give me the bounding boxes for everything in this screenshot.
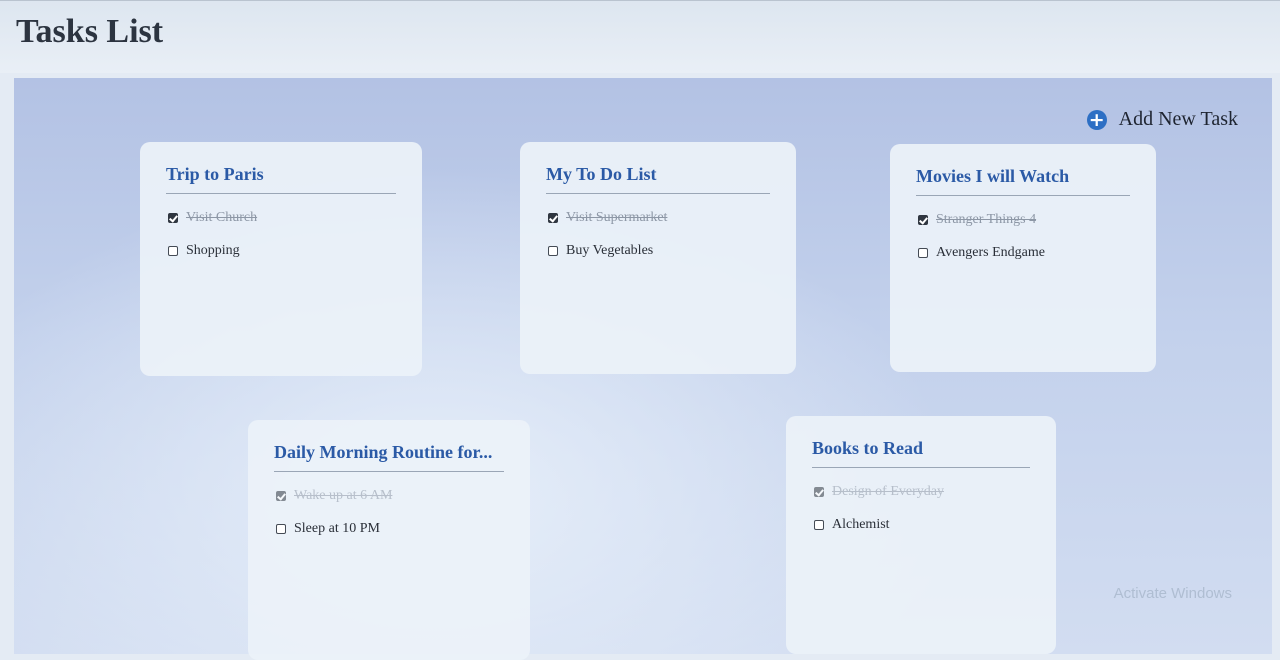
task-card-books-to-read[interactable]: Books to Read Design of Everyday Alchemi…: [786, 416, 1056, 654]
task-item: Shopping: [168, 241, 396, 261]
task-item: Alchemist: [814, 515, 1030, 535]
task-label: Wake up at 6 AM: [294, 488, 393, 503]
task-card-trip-to-paris[interactable]: Trip to Paris Visit Church Shopping: [140, 142, 422, 376]
task-item: Sleep at 10 PM: [276, 519, 504, 539]
task-checkbox[interactable]: [918, 215, 928, 225]
task-checkbox[interactable]: [814, 487, 824, 497]
task-checkbox[interactable]: [276, 524, 286, 534]
task-label: Shopping: [186, 243, 240, 258]
task-item: Avengers Endgame: [918, 243, 1130, 263]
task-label: Visit Church: [186, 210, 258, 225]
task-card-movies[interactable]: Movies I will Watch Stranger Things 4 Av…: [890, 144, 1156, 372]
page-title: Tasks List: [16, 13, 164, 50]
task-label: Design of Everyday: [832, 484, 944, 499]
activate-windows-watermark: Activate Windows: [1113, 585, 1232, 602]
top-bar: Tasks List: [0, 0, 1280, 73]
task-item: Buy Vegetables: [548, 241, 770, 261]
task-item: Visit Church: [168, 208, 396, 228]
task-list: Wake up at 6 AM Sleep at 10 PM: [274, 486, 504, 539]
task-checkbox[interactable]: [168, 213, 178, 223]
task-item: Wake up at 6 AM: [276, 486, 504, 506]
task-checkbox[interactable]: [276, 491, 286, 501]
card-title[interactable]: Movies I will Watch: [916, 166, 1130, 196]
task-board: + Add New Task Trip to Paris Visit Churc…: [14, 78, 1272, 660]
task-label: Stranger Things 4: [936, 212, 1037, 227]
task-label: Avengers Endgame: [936, 245, 1045, 260]
card-title[interactable]: My To Do List: [546, 164, 770, 194]
task-item: Design of Everyday: [814, 482, 1030, 502]
task-label: Alchemist: [832, 517, 890, 532]
task-label: Visit Supermarket: [566, 210, 668, 225]
task-label: Buy Vegetables: [566, 243, 654, 258]
task-list: Stranger Things 4 Avengers Endgame: [916, 210, 1130, 263]
card-title[interactable]: Daily Morning Routine for...: [274, 442, 504, 472]
task-checkbox[interactable]: [548, 213, 558, 223]
card-title[interactable]: Books to Read: [812, 438, 1030, 468]
task-list: Visit Church Shopping: [166, 208, 396, 261]
task-item: Visit Supermarket: [548, 208, 770, 228]
add-new-task-label: Add New Task: [1118, 108, 1238, 130]
task-card-daily-morning-routine[interactable]: Daily Morning Routine for... Wake up at …: [248, 420, 530, 660]
card-title[interactable]: Trip to Paris: [166, 164, 396, 194]
task-item: Stranger Things 4: [918, 210, 1130, 230]
task-checkbox[interactable]: [918, 248, 928, 258]
task-card-my-to-do-list[interactable]: My To Do List Visit Supermarket Buy Vege…: [520, 142, 796, 374]
add-new-task-button[interactable]: + Add New Task: [1086, 108, 1238, 131]
task-list: Visit Supermarket Buy Vegetables: [546, 208, 770, 261]
task-checkbox[interactable]: [814, 520, 824, 530]
task-checkbox[interactable]: [548, 246, 558, 256]
task-list: Design of Everyday Alchemist: [812, 482, 1030, 535]
plus-circle-icon: +: [1086, 109, 1107, 130]
task-label: Sleep at 10 PM: [294, 521, 380, 536]
task-checkbox[interactable]: [168, 246, 178, 256]
